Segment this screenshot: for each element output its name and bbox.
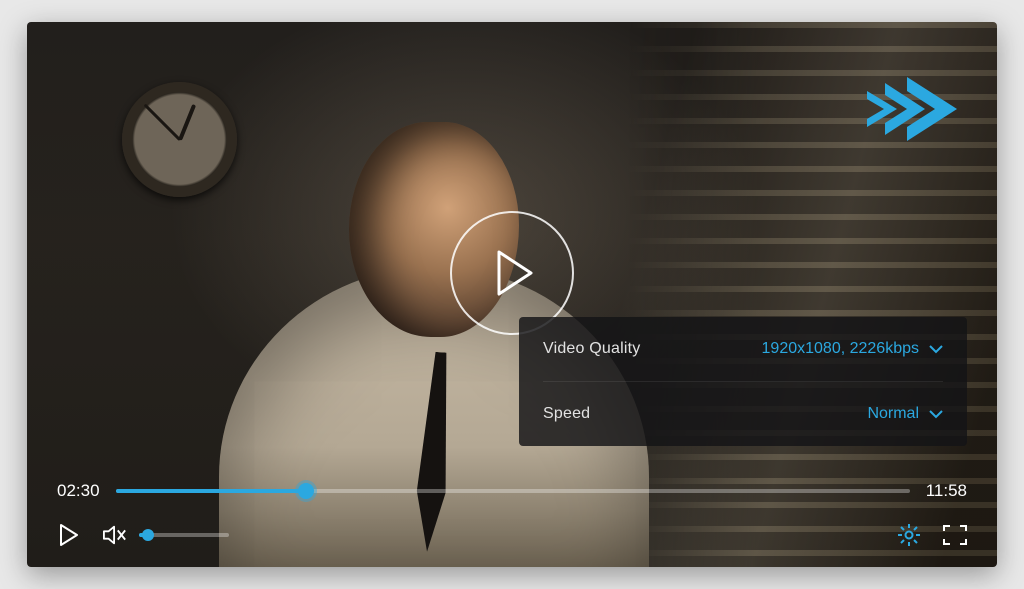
seek-progress [116, 489, 307, 493]
settings-button[interactable] [897, 523, 921, 547]
settings-row-speed[interactable]: Speed Normal [543, 381, 943, 446]
chevron-down-icon [929, 406, 943, 424]
volume-thumb[interactable] [142, 529, 154, 541]
settings-panel: Video Quality 1920x1080, 2226kbps Speed … [519, 317, 967, 446]
settings-value: Normal [867, 405, 919, 423]
video-quality-select[interactable]: 1920x1080, 2226kbps [762, 340, 943, 358]
play-icon [495, 250, 535, 296]
settings-row-video-quality[interactable]: Video Quality 1920x1080, 2226kbps [543, 317, 943, 381]
fullscreen-button[interactable] [943, 523, 967, 547]
current-time: 02:30 [57, 481, 100, 501]
duration-time: 11:58 [926, 481, 967, 501]
settings-value: 1920x1080, 2226kbps [762, 340, 919, 358]
speed-select[interactable]: Normal [867, 405, 943, 423]
settings-label: Speed [543, 405, 590, 423]
control-bar: 02:30 11:58 [27, 481, 997, 567]
right-controls [897, 523, 967, 547]
chevron-down-icon [929, 341, 943, 359]
play-icon [59, 524, 79, 546]
brand-logo-icon [867, 77, 957, 146]
play-button[interactable] [57, 523, 81, 547]
left-controls [57, 523, 229, 547]
seek-slider[interactable] [116, 489, 910, 493]
video-player: Video Quality 1920x1080, 2226kbps Speed … [27, 22, 997, 567]
volume-control [103, 523, 229, 547]
seek-thumb[interactable] [298, 483, 314, 499]
volume-slider[interactable] [139, 533, 229, 537]
video-frame-wall-clock [122, 82, 237, 197]
mute-button[interactable] [103, 523, 127, 547]
fullscreen-icon [943, 525, 967, 545]
gear-icon [897, 523, 921, 547]
mute-icon [103, 524, 127, 546]
controls-row [57, 523, 967, 547]
settings-label: Video Quality [543, 340, 640, 358]
progress-row: 02:30 11:58 [57, 481, 967, 501]
